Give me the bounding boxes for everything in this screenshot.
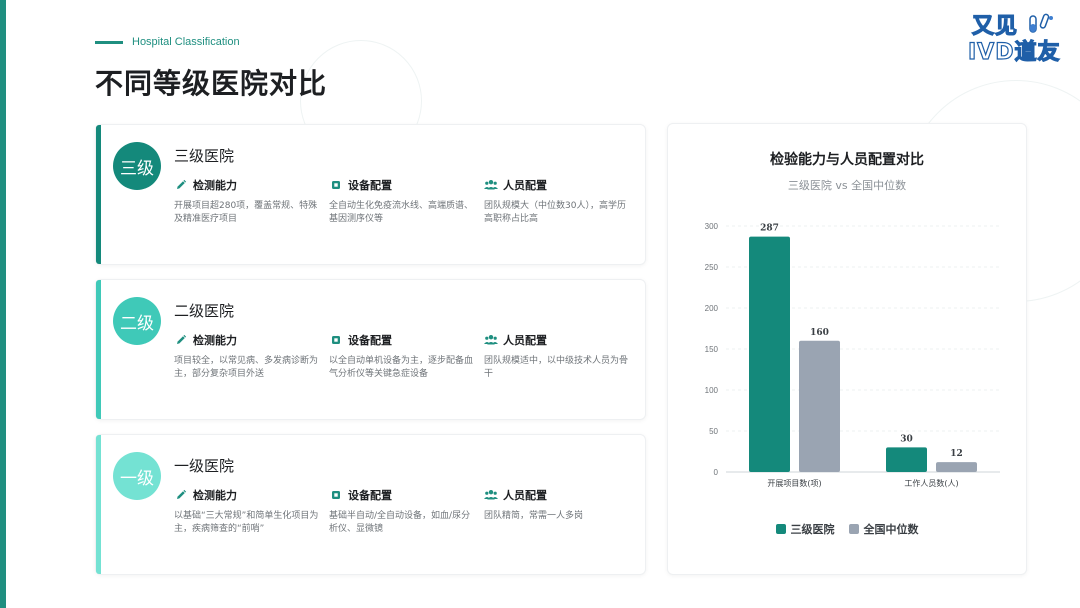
card-title: 三级医院 [174,147,235,165]
section-heading: 检测能力 [193,334,237,347]
section-heading: 设备配置 [348,489,392,502]
level-badge: 二级 [113,297,161,345]
level-badge: 三级 [113,142,161,190]
legend-item-series-1[interactable]: 三级医院 [775,521,835,537]
legend-swatch [775,524,786,534]
section-staffing: 人员配置 团队规模适中，以中级技术人员为骨干 [484,333,629,381]
section-desc: 团队规模适中，以中级技术人员为骨干 [484,356,629,379]
x-tick-label: 开展项目数(项) [767,478,821,488]
logo-line2: IVD道友 [967,39,1061,65]
legend-item-series-2[interactable]: 全国中位数 [848,521,919,537]
card-title: 一级医院 [174,457,235,475]
section-desc: 开展项目超280项，覆盖常规、特殊及精准医疗项目 [174,201,318,224]
logo-line1: 又见 [971,13,1019,39]
card-accent [96,280,101,419]
y-tick-label: 150 [705,345,719,354]
people-icon [484,178,498,192]
section-desc: 团队精简，常需一人多岗 [484,511,584,521]
y-tick-label: 200 [705,304,719,313]
level-badge: 一级 [113,452,161,500]
chart-card: 检验能力与人员配置对比 三级医院 vs 全国中位数 0 50 100 150 200 25… [667,123,1027,575]
people-icon [484,333,498,347]
section-heading: 人员配置 [503,489,547,502]
section-desc: 全自动生化免疫流水线、高端质谱、基因测序仪等 [329,201,474,224]
section-staffing: 人员配置 团队规模大（中位数30人），高学历高职称占比高 [484,178,629,226]
section-heading: 检测能力 [193,179,237,192]
card-accent [96,435,101,574]
chip-icon [329,488,343,502]
bar-chart: 0 50 100 150 200 250 300 287 160 开展项目数(项) 30 12 工作人员… [705,222,1000,488]
test-tube-icon [1029,13,1053,33]
card-level-2: 二级 二级医院 检测能力 项目较全，以常见病、多发病诊断为主，部分复杂项目外送 … [95,279,646,420]
y-tick-label: 50 [709,427,718,436]
chart-legend: 三级医院 全国中位数 [668,521,1026,537]
y-tick-label: 250 [705,263,719,272]
section-desc: 以全自动单机设备为主，逐步配备血气分析仪等关键急症设备 [329,356,474,379]
data-label: 12 [950,449,963,459]
card-accent [96,125,101,264]
bar [936,462,977,472]
legend-label: 全国中位数 [863,523,919,536]
section-testing: 检测能力 开展项目超280项，覆盖常规、特殊及精准医疗项目 [174,178,319,226]
section-testing: 检测能力 项目较全，以常见病、多发病诊断为主，部分复杂项目外送 [174,333,319,381]
section-staffing: 人员配置 团队精简，常需一人多岗 [484,488,629,523]
section-testing: 检测能力 以基础“三大常规”和简单生化项目为主，疾病筛查的“前哨” [174,488,319,536]
section-desc: 以基础“三大常规”和简单生化项目为主，疾病筛查的“前哨” [174,511,319,534]
card-level-3: 三级 三级医院 检测能力 开展项目超280项，覆盖常规、特殊及精准医疗项目 设备… [95,124,646,265]
section-kicker: Hospital Classification [132,36,240,48]
section-equipment: 设备配置 全自动生化免疫流水线、高端质谱、基因测序仪等 [329,178,474,226]
section-heading: 人员配置 [503,179,547,192]
brand-logo: 又见 IVD道友 [966,12,1066,72]
section-desc: 基础半自动/全自动设备，如血/尿分析仪、显微镜 [329,511,471,534]
people-icon [484,488,498,502]
page-title: 不同等级医院对比 [95,67,328,100]
data-label: 160 [810,328,829,338]
x-tick-label: 工作人员数(人) [904,478,958,488]
section-equipment: 设备配置 基础半自动/全自动设备，如血/尿分析仪、显微镜 [329,488,474,536]
bar [749,236,790,472]
chip-icon [329,333,343,347]
pencil-icon [174,333,188,347]
pencil-icon [174,488,188,502]
card-level-1: 一级 一级医院 检测能力 以基础“三大常规”和简单生化项目为主，疾病筛查的“前哨… [95,434,646,575]
legend-swatch [848,524,859,534]
y-tick-label: 100 [705,386,719,395]
section-desc: 项目较全，以常见病、多发病诊断为主，部分复杂项目外送 [174,356,319,379]
y-tick-label: 0 [714,468,719,477]
section-desc: 团队规模大（中位数30人），高学历高职称占比高 [484,201,626,224]
section-equipment: 设备配置 以全自动单机设备为主，逐步配备血气分析仪等关键急症设备 [329,333,474,381]
bar [799,340,840,472]
data-label: 287 [760,224,779,234]
legend-label: 三级医院 [790,523,835,536]
chip-icon [329,178,343,192]
section-heading: 设备配置 [348,179,392,192]
section-heading: 设备配置 [348,334,392,347]
left-accent-bar [0,0,6,608]
section-heading: 检测能力 [193,489,237,502]
bar [886,447,927,472]
section-heading: 人员配置 [503,334,547,347]
y-tick-label: 300 [705,222,719,231]
card-title: 二级医院 [174,302,235,320]
pencil-icon [174,178,188,192]
data-label: 30 [900,434,913,444]
kicker-line [95,41,123,44]
